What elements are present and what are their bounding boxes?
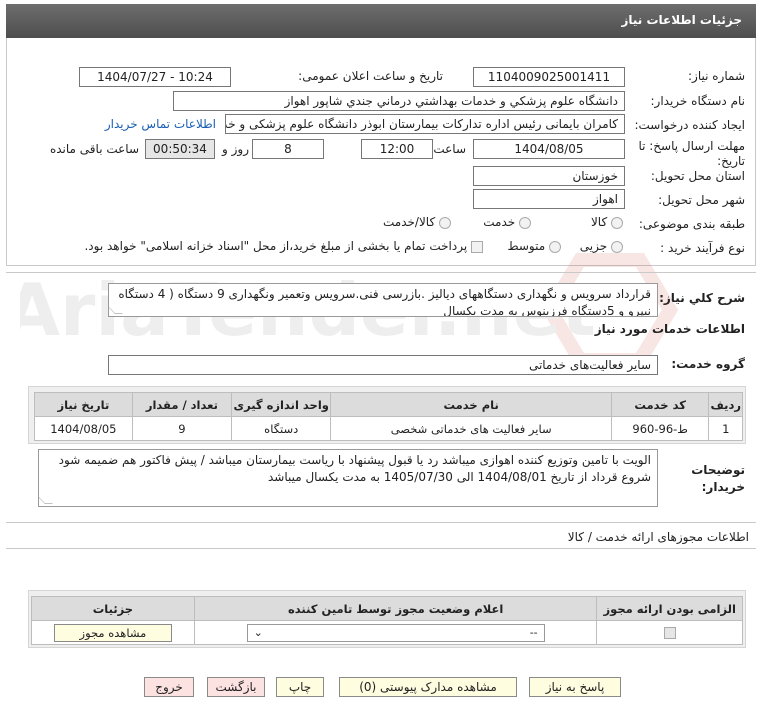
service-group-field: سایر فعالیت‌های خدماتی [108,355,658,375]
buyer-contact-link[interactable]: اطلاعات تماس خریدار [105,117,216,131]
table-header-row: ردیف کد خدمت نام خدمت واحد اندازه گیری ت… [34,392,743,417]
services-table: ردیف کد خدمت نام خدمت واحد اندازه گیری ت… [34,392,743,441]
deadline-date-field: 1404/08/05 [473,139,625,159]
radio-icon[interactable] [439,216,451,229]
cell-qty: 9 [131,416,233,441]
col-required: الزامی بودن ارائه مجوز [596,596,743,621]
service-group-label: گروه خدمت: [671,357,745,371]
process-option-minor[interactable]: جزیی [580,239,623,253]
divider [6,522,756,523]
buyer-org-field: دانشگاه علوم پزشکي و خدمات بهداشتي درمان… [173,91,625,111]
days-field: 8 [252,139,324,159]
need-number-label: شماره نیاز: [688,69,745,83]
col-unit: واحد اندازه گیری [231,392,332,417]
buyer-notes-label: توضیحات خریدار: [691,463,745,494]
summary-textarea[interactable]: قرارداد سرویس و نگهداری دستگاههای دیالیز… [108,283,658,317]
category-option-service[interactable]: خدمت [483,215,531,229]
services-section-title: اطلاعات خدمات مورد نیاز [594,322,745,336]
col-details: جزئیات [31,596,195,621]
chevron-down-icon: ⌄ [253,626,263,639]
cell-name: سایر فعالیت های خدماتی شخصی [330,416,612,441]
creator-label: ایجاد کننده درخواست: [634,118,745,132]
table-row: 1 ط-96-960 سایر فعالیت های خدماتی شخصی د… [34,416,743,441]
radio-icon[interactable] [549,240,561,253]
need-number-field: 1104009025001411 [473,67,625,87]
checkbox-icon[interactable] [471,240,483,253]
divider [6,548,756,549]
city-field: اهواز [473,189,625,209]
radio-icon[interactable] [611,240,623,253]
col-qty: تعداد / مقدار [131,392,233,417]
remaining-time-label: ساعت باقی مانده [49,142,139,156]
cell-row: 1 [708,416,743,441]
days-label: روز و [222,142,249,156]
permit-status-select[interactable]: ⌄ -- [246,623,545,642]
province-label: استان محل تحویل: [650,169,745,183]
buyer-org-label: نام دستگاه خریدار: [650,94,746,108]
panel-title: جزئیات اطلاعات نیاز [621,13,742,27]
process-label: نوع فرآیند خرید : [660,241,745,255]
resize-grip-icon[interactable] [109,306,123,314]
back-button[interactable]: بازگشت [207,677,265,697]
reply-button[interactable]: پاسخ به نیاز [529,677,621,697]
col-status: اعلام وضعیت مجوز توسط تامین کننده [193,596,598,621]
announce-datetime-field: 1404/07/27 - 10:24 [79,67,231,87]
view-attachments-button[interactable]: مشاهده مدارک پیوستی (0) [339,677,517,697]
resize-grip-icon[interactable] [39,496,53,504]
cell-required [596,620,743,645]
category-label: طبقه بندی موضوعی: [638,217,745,231]
col-code: کد خدمت [610,392,710,417]
creator-field: کامران بایمانی رئیس اداره تدارکات بیمارس… [225,114,625,134]
treasury-payment-checkbox[interactable]: پرداخت تمام یا بخشی از مبلغ خرید،از محل … [84,239,483,253]
category-option-goods[interactable]: کالا [591,215,623,229]
summary-label: شرح کلي نياز: [659,291,745,305]
deadline-time-field: 12:00 [361,139,433,159]
city-label: شهر محل تحویل: [658,193,745,207]
table-header-row: الزامی بودن ارائه مجوز اعلام وضعیت مجوز … [31,596,743,621]
cell-code: ط-96-960 [610,416,710,441]
province-field: خوزستان [473,166,625,186]
print-button[interactable]: چاپ [276,677,324,697]
remaining-time-field: 00:50:34 [145,139,215,159]
panel-title-bar: جزئیات اطلاعات نیاز [6,4,756,38]
exit-button[interactable]: خروج [144,677,194,697]
view-permit-button[interactable]: مشاهده مجوز [53,623,172,642]
divider [6,272,756,273]
table-row: ⌄ -- مشاهده مجوز [31,620,743,645]
col-name: نام خدمت [330,392,612,417]
process-option-medium[interactable]: متوسط [507,239,561,253]
checked-disabled-checkbox-icon [663,627,676,639]
permits-table: الزامی بودن ارائه مجوز اعلام وضعیت مجوز … [31,596,743,645]
category-option-goods-service[interactable]: کالا/خدمت [383,215,451,229]
cell-details: مشاهده مجوز [31,620,195,645]
deadline-time-label: ساعت [433,142,466,156]
radio-icon[interactable] [519,216,531,229]
announce-label: تاریخ و ساعت اعلان عمومی: [298,69,443,83]
deadline-label: مهلت ارسال پاسخ: تا تاریخ: [638,139,745,168]
col-date: تاریخ نیاز [34,392,133,417]
permits-section-title: اطلاعات مجوزهای ارائه خدمت / کالا [567,530,749,544]
cell-unit: دستگاه [231,416,332,441]
cell-date: 1404/08/05 [34,416,133,441]
buyer-notes-textarea[interactable]: الویت با تامین وتوزیع کننده اهوازی میباش… [38,449,658,507]
radio-icon[interactable] [611,216,623,229]
cell-status: ⌄ -- [193,620,598,645]
col-row: ردیف [708,392,743,417]
